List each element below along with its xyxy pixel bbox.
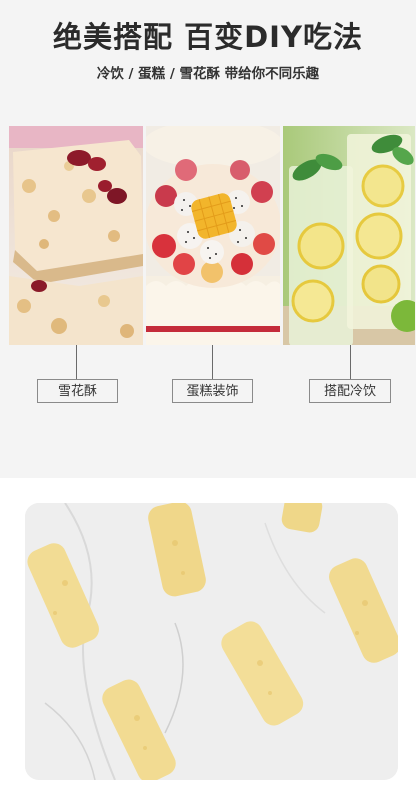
freeze-dried-fruit-photo [25, 503, 398, 780]
callout-line [76, 345, 77, 379]
headline: 绝美搭配 百变DIY吃法 [53, 20, 363, 54]
use-label-cold-drink: 搭配冷饮 [309, 379, 391, 403]
subheadline: 冷饮 / 蛋糕 / 雪花酥 带给你不同乐趣 [96, 66, 320, 82]
nougat-photo [9, 126, 143, 345]
use-label-nougat: 雪花酥 [37, 379, 118, 403]
cake-photo [146, 126, 280, 345]
callout-line [350, 345, 351, 379]
cold-drink-photo [283, 126, 415, 345]
callout-line [212, 345, 213, 379]
use-label-cake-decoration: 蛋糕装饰 [172, 379, 253, 403]
